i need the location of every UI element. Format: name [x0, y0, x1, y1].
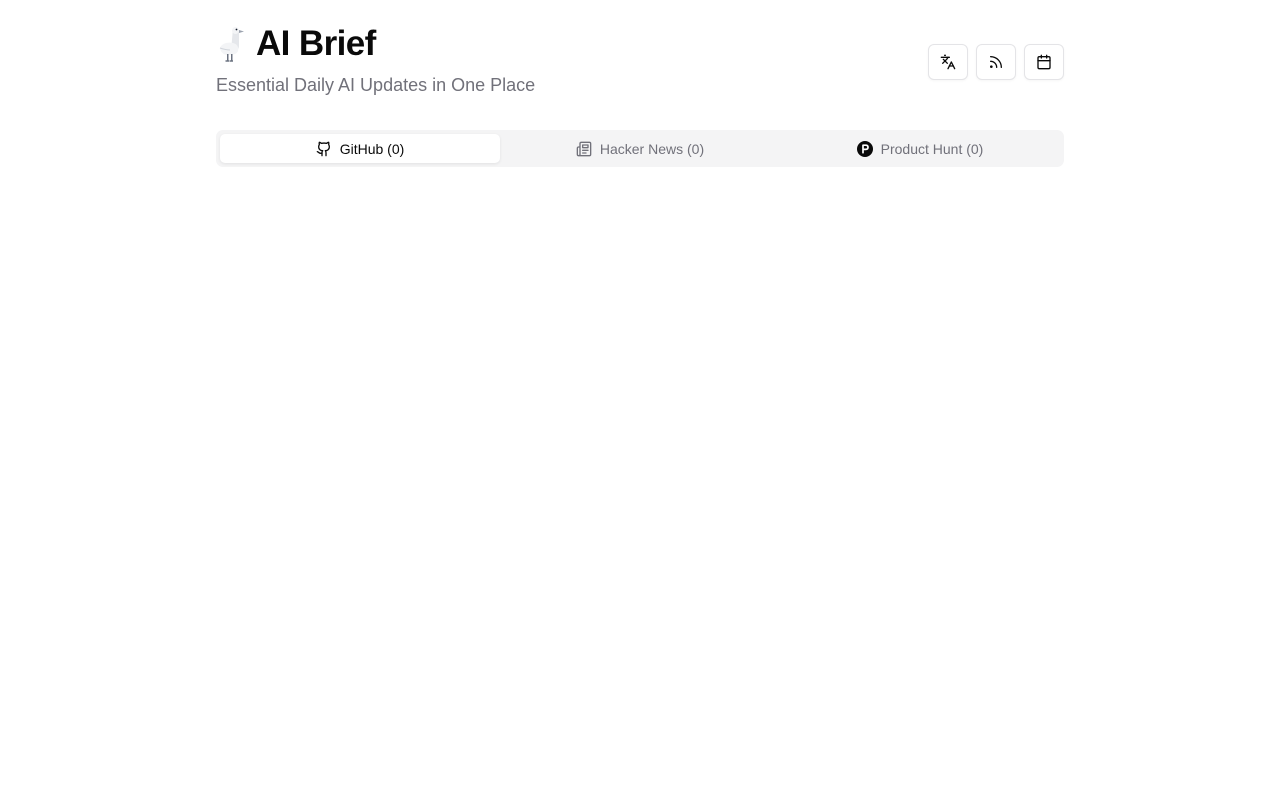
tab-hacker-news-count: (0) [687, 140, 705, 157]
tab-product-hunt-count: (0) [966, 140, 984, 157]
source-tabs: GitHub (0) Hacker News (0) Product Hunt … [216, 130, 1064, 167]
header-actions [928, 44, 1064, 80]
tab-hacker-news[interactable]: Hacker News (0) [500, 134, 780, 163]
title-row: AI Brief [216, 22, 376, 66]
github-icon [316, 141, 332, 157]
rss-button[interactable] [976, 44, 1016, 80]
tab-github-count: (0) [387, 140, 405, 157]
tab-github-label: GitHub [339, 140, 384, 157]
tab-github[interactable]: GitHub (0) [220, 134, 500, 163]
translate-icon [940, 54, 956, 70]
tab-product-hunt-label: Product Hunt [880, 140, 963, 157]
page-container: AI Brief Essential Daily AI Updates in O… [216, 0, 1064, 167]
header: AI Brief Essential Daily AI Updates in O… [216, 0, 1064, 130]
newspaper-icon [576, 141, 592, 157]
calendar-icon [1037, 54, 1051, 70]
tab-product-hunt[interactable]: Product Hunt (0) [780, 134, 1060, 163]
tab-hacker-news-label: Hacker News [599, 140, 684, 157]
language-button[interactable] [928, 44, 968, 80]
app-subtitle: Essential Daily AI Updates in One Place [216, 75, 536, 95]
product-hunt-icon [856, 140, 873, 157]
app-title: AI Brief [256, 24, 376, 63]
calendar-button[interactable] [1024, 44, 1064, 80]
goose-emoji-icon [219, 27, 244, 62]
rss-icon [990, 56, 1002, 68]
